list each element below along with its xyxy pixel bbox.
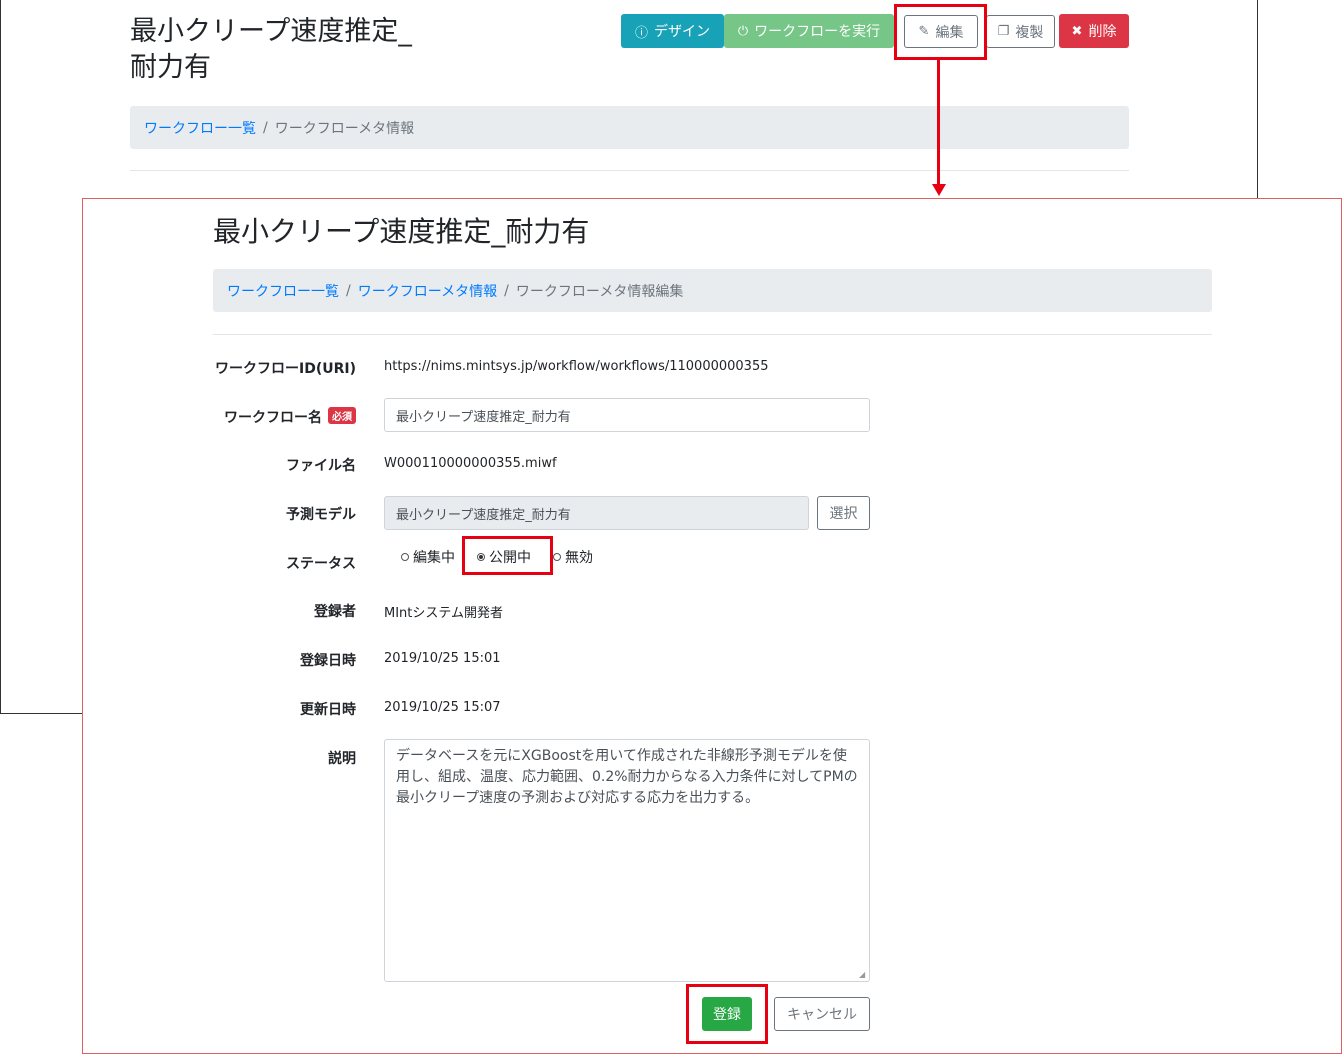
file-name-value: W000110000000355.miwf <box>384 456 557 471</box>
prediction-model-field: 最小クリープ速度推定_耐力有 <box>384 496 809 530</box>
arrow-head-icon <box>932 184 946 196</box>
page-title-line-1: 最小クリープ速度推定_ <box>130 16 412 47</box>
status-radio-disabled[interactable]: 無効 <box>553 547 593 567</box>
updated-date-value: 2019/10/25 15:07 <box>384 700 501 715</box>
edit-page-title: 最小クリープ速度推定_耐力有 <box>213 215 590 248</box>
cancel-button[interactable]: キャンセル <box>774 997 870 1031</box>
edit-button-highlight <box>894 4 987 60</box>
prediction-model-label: 予測モデル <box>286 507 356 523</box>
design-button-label: デザイン <box>654 24 710 40</box>
registered-date-label: 登録日時 <box>300 653 356 669</box>
select-model-button[interactable]: 選択 <box>817 496 870 530</box>
page-title: 最小クリープ速度推定_ 耐力有 <box>130 14 470 86</box>
copy-icon: ❐ <box>997 24 1010 39</box>
required-badge: 必須 <box>328 407 356 424</box>
register-button-highlight <box>686 984 768 1044</box>
description-textarea[interactable]: データベースを元にXGBoostを用いて作成された非線形予測モデルを使用し、組成… <box>384 739 870 982</box>
divider <box>213 334 1212 335</box>
breadcrumb: ワークフロー一覧 / ワークフローメタ情報 <box>130 106 1129 149</box>
workflow-id-value: https://nims.mintsys.jp/workflow/workflo… <box>384 359 769 374</box>
updated-date-label: 更新日時 <box>300 702 356 718</box>
breadcrumb-separator: / <box>346 282 351 299</box>
workflow-name-input[interactable]: 最小クリープ速度推定_耐力有 <box>384 398 870 432</box>
breadcrumb-link-workflow-list[interactable]: ワークフロー一覧 <box>144 118 256 138</box>
delete-button[interactable]: ✖ 削除 <box>1059 14 1129 48</box>
copy-button-label: 複製 <box>1015 24 1044 41</box>
close-icon: ✖ <box>1071 23 1083 39</box>
copy-button[interactable]: ❐ 複製 <box>986 15 1055 48</box>
info-icon: ⓘ <box>634 25 648 41</box>
breadcrumb-link-workflow-meta[interactable]: ワークフローメタ情報 <box>358 281 497 301</box>
status-radio-editing[interactable]: 編集中 <box>401 547 455 567</box>
run-workflow-button-label: ワークフローを実行 <box>754 24 881 40</box>
status-option-label: 編集中 <box>413 550 455 566</box>
arrow-line <box>937 60 940 186</box>
delete-button-label: 削除 <box>1088 24 1117 40</box>
description-label: 説明 <box>328 751 356 767</box>
workflow-name-label: ワークフロー名 必須 <box>186 407 356 427</box>
page-title-line-2: 耐力有 <box>130 52 211 83</box>
workflow-name-label-text: ワークフロー名 <box>224 410 322 426</box>
divider <box>130 170 1129 171</box>
radio-icon <box>401 553 409 561</box>
edit-breadcrumb: ワークフロー一覧 / ワークフローメタ情報 / ワークフローメタ情報編集 <box>213 269 1212 312</box>
status-label: ステータス <box>286 556 356 572</box>
breadcrumb-separator: / <box>263 119 268 136</box>
breadcrumb-separator: / <box>504 282 509 299</box>
radio-icon <box>553 553 561 561</box>
file-name-label: ファイル名 <box>286 458 356 474</box>
resize-grip-icon[interactable]: ◢ <box>859 971 867 979</box>
power-icon: ⏻ <box>737 23 749 39</box>
breadcrumb-current: ワークフローメタ情報編集 <box>515 283 684 300</box>
registrant-label: 登録者 <box>314 604 356 620</box>
registrant-value: MIntシステム開発者 <box>384 606 503 621</box>
run-workflow-button[interactable]: ⏻ ワークフローを実行 <box>724 14 894 48</box>
status-option-label: 無効 <box>565 550 593 566</box>
description-text: データベースを元にXGBoostを用いて作成された非線形予測モデルを使用し、組成… <box>396 748 858 806</box>
status-highlight <box>462 536 553 575</box>
breadcrumb-link-workflow-list[interactable]: ワークフロー一覧 <box>227 281 339 301</box>
breadcrumb-current: ワークフローメタ情報 <box>274 120 415 137</box>
workflow-id-label: ワークフローID(URI) <box>215 361 356 377</box>
design-button[interactable]: ⓘ デザイン <box>621 14 724 48</box>
registered-date-value: 2019/10/25 15:01 <box>384 651 501 666</box>
